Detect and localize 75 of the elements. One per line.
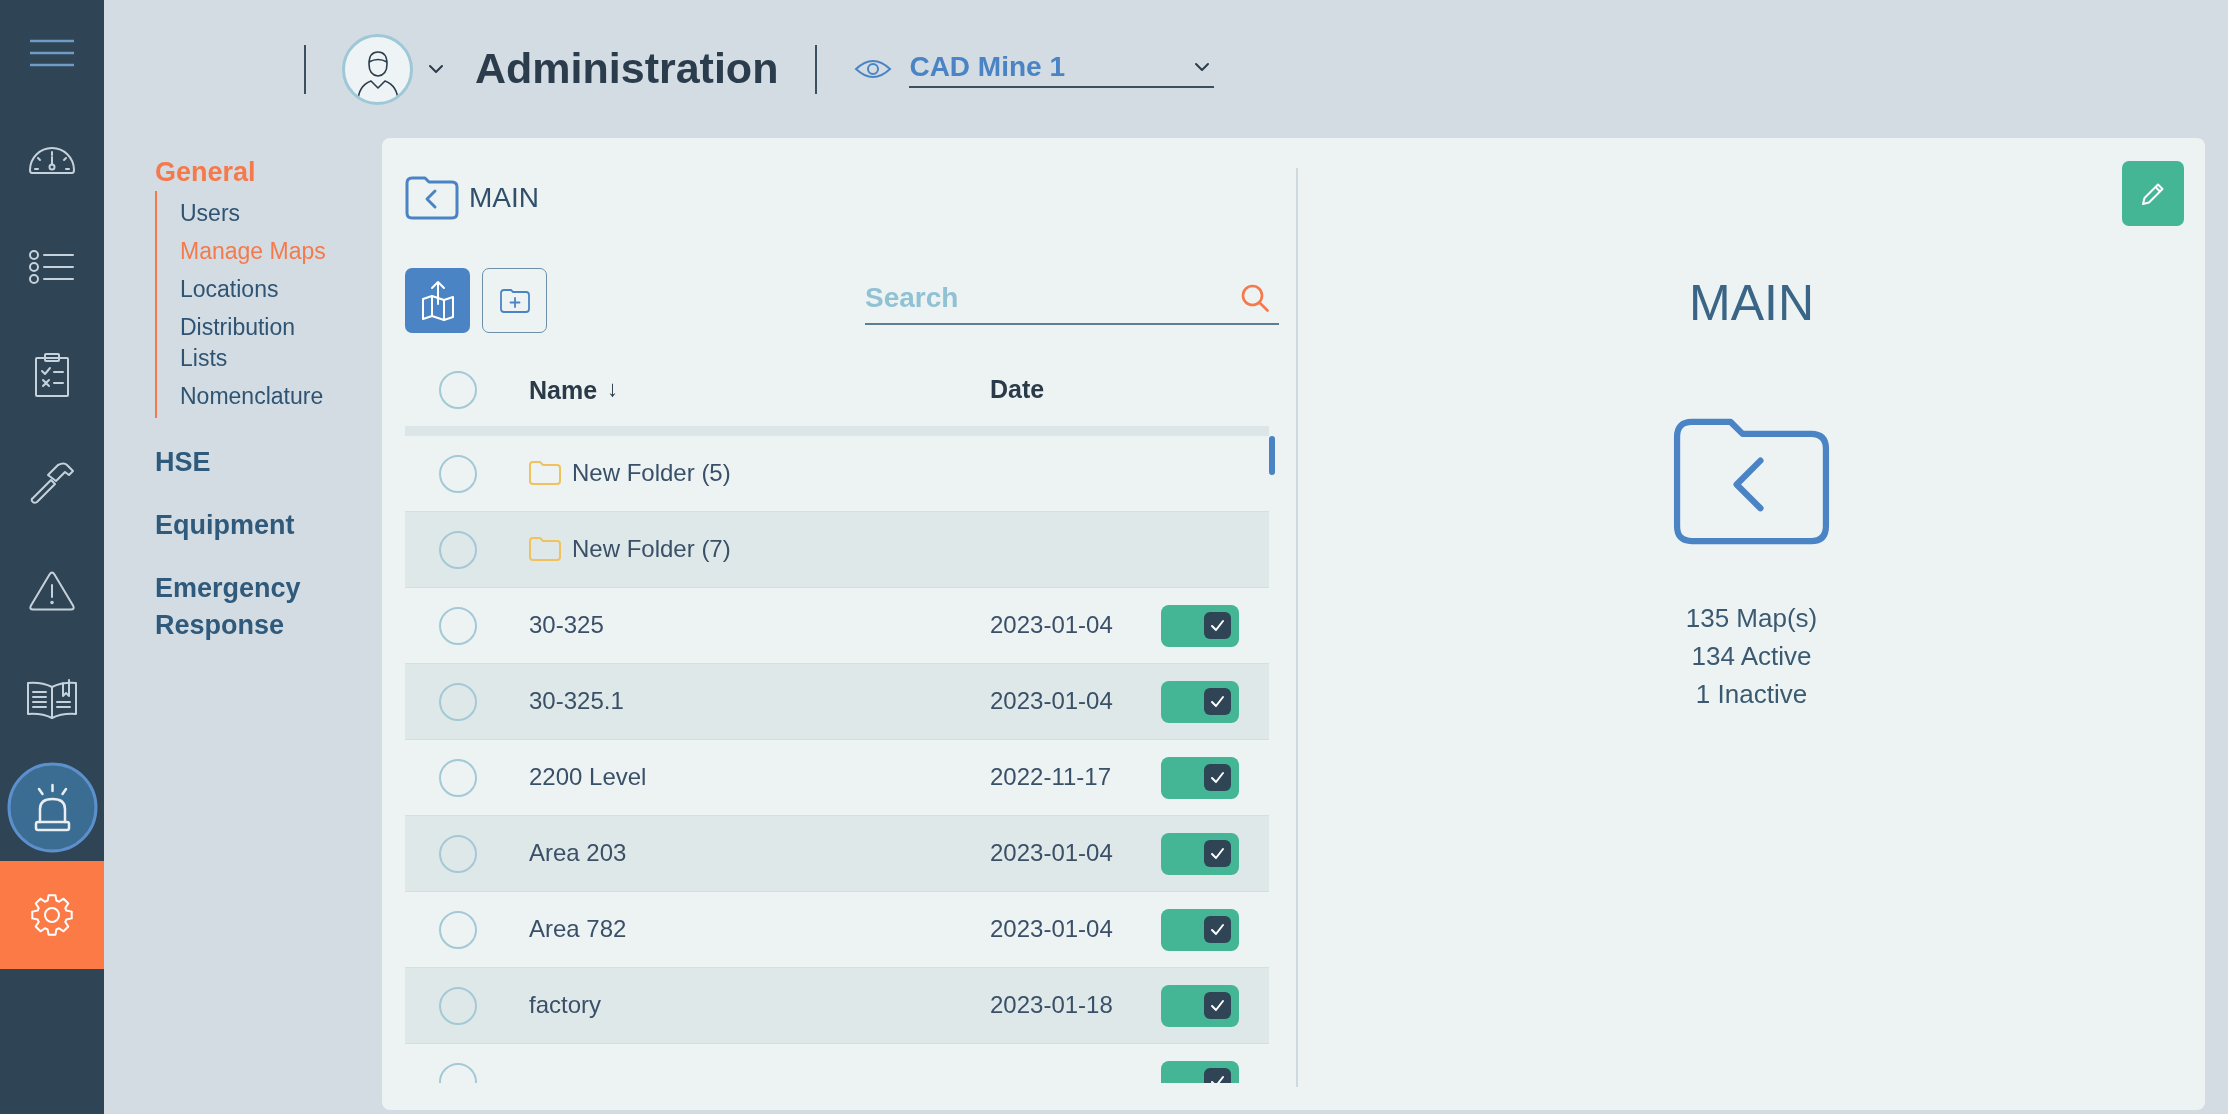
row-checkbox[interactable] — [439, 910, 477, 949]
map-date: 2023-01-04 — [990, 839, 1113, 866]
upload-map-button[interactable] — [405, 268, 470, 333]
active-toggle[interactable] — [1161, 832, 1239, 875]
eye-icon — [854, 58, 893, 80]
toggle-knob-icon — [1204, 992, 1231, 1019]
map-name[interactable]: Area 203 — [529, 839, 627, 868]
map-date: 2023-01-18 — [990, 991, 1113, 1018]
nav-group-link[interactable]: Emergency Response — [155, 570, 355, 644]
map-name[interactable]: factory — [529, 991, 602, 1020]
map-name[interactable]: 30-325 — [529, 611, 604, 640]
folder-back-icon — [1671, 416, 1832, 547]
nav-link[interactable]: Users — [180, 194, 241, 232]
nav-link[interactable]: Distribution Lists — [180, 308, 330, 377]
folder-icon — [529, 461, 561, 486]
search-icon[interactable] — [1241, 284, 1269, 312]
active-toggle[interactable] — [1161, 604, 1239, 647]
scrollbar-thumb[interactable] — [1269, 436, 1275, 475]
map-name[interactable]: Area 782 — [529, 915, 627, 944]
folder-plus-icon — [499, 288, 530, 313]
nav-link[interactable]: Nomenclature — [180, 377, 324, 415]
active-toggle[interactable] — [1161, 756, 1239, 799]
caret-icon[interactable] — [428, 64, 444, 74]
toggle-knob-icon — [1204, 612, 1231, 639]
folder-stat: 135 Map(s) — [1685, 602, 1818, 635]
row-checkbox[interactable] — [439, 986, 477, 1025]
gear-icon — [30, 893, 74, 937]
page-title: Administration — [475, 44, 779, 94]
hammer-icon — [29, 460, 75, 506]
row-checkbox[interactable] — [439, 682, 477, 721]
nav-group-link[interactable]: Equipment — [155, 507, 295, 544]
toggle-knob-icon — [1204, 764, 1231, 791]
map-date: 2022-11-17 — [990, 763, 1111, 790]
column-header[interactable]: Date — [990, 375, 1045, 403]
folder-back-icon[interactable] — [405, 176, 459, 220]
active-toggle[interactable] — [1161, 908, 1239, 951]
folder-title: MAIN — [469, 181, 539, 215]
map-date: 2023-01-04 — [990, 687, 1113, 714]
open-book-icon — [26, 678, 78, 720]
list-icon — [29, 250, 75, 284]
nav-link[interactable]: Locations — [180, 270, 279, 308]
sort-arrow[interactable]: ↓ — [607, 376, 619, 403]
clipboard-checklist-icon — [35, 353, 69, 397]
map-date: 2023-01-04 — [990, 611, 1113, 638]
folder-name[interactable]: New Folder (7) — [572, 535, 731, 564]
folder-name[interactable]: New Folder (5) — [572, 459, 731, 488]
nav-group-link[interactable]: HSE — [155, 444, 211, 481]
search-field[interactable]: Search — [865, 273, 1279, 325]
folder-stat: 134 Active — [1691, 640, 1812, 673]
dashboard-gauge-icon — [28, 144, 76, 174]
toggle-knob-icon — [1204, 840, 1231, 867]
row-checkbox[interactable] — [439, 758, 477, 797]
folder-stat: 1 Inactive — [1695, 678, 1808, 711]
caret-icon — [1194, 61, 1211, 72]
map-upload-icon — [420, 279, 455, 322]
column-header[interactable]: Name — [529, 374, 598, 405]
details-title: MAIN — [1689, 274, 1814, 333]
menu-icon — [30, 38, 74, 67]
map-name[interactable]: 2200 Level — [529, 763, 647, 792]
row-checkbox[interactable] — [439, 606, 477, 645]
edit-button[interactable] — [2122, 161, 2184, 226]
new-folder-button[interactable] — [482, 268, 547, 333]
map-date: 2023-01-04 — [990, 915, 1113, 942]
warning-icon — [29, 571, 75, 611]
row-checkbox[interactable] — [439, 834, 477, 873]
toggle-knob-icon — [1204, 916, 1231, 943]
active-toggle[interactable] — [1161, 680, 1239, 723]
row-checkbox[interactable] — [439, 530, 477, 569]
select-all-checkbox[interactable] — [439, 370, 477, 409]
folder-icon — [529, 537, 561, 562]
active-toggle[interactable] — [1161, 984, 1239, 1027]
row-checkbox[interactable] — [439, 454, 477, 493]
map-name[interactable]: 30-325.1 — [529, 687, 624, 716]
toggle-knob-icon — [1204, 688, 1231, 715]
alarm-beacon-icon — [6, 761, 98, 853]
